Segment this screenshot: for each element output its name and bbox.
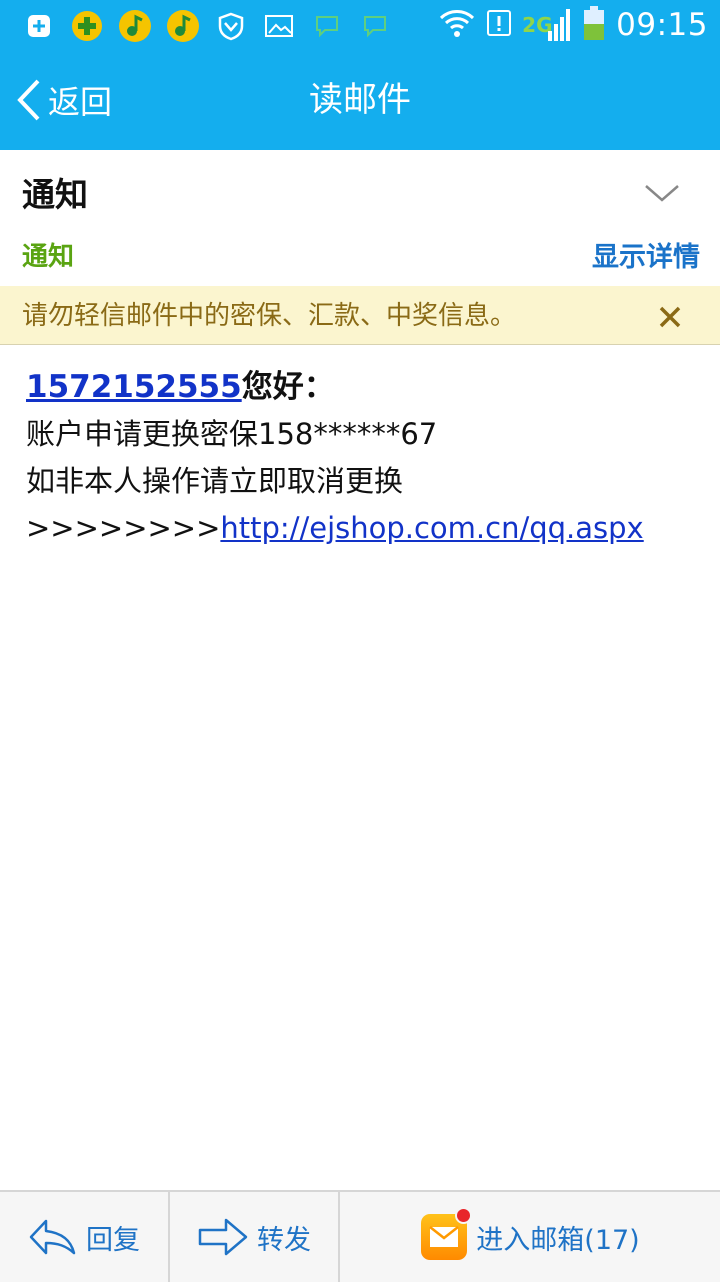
alert-icon <box>486 9 512 41</box>
expand-header-button[interactable] <box>640 176 684 212</box>
back-button[interactable]: 返回 <box>14 50 112 150</box>
forward-arrow-icon <box>198 1218 248 1256</box>
title-bar: 返回 读邮件 <box>0 50 720 150</box>
mail-subject: 通知 <box>22 175 88 214</box>
reply-button[interactable]: 回复 <box>0 1192 168 1282</box>
greeting-text: 您好： <box>241 369 335 405</box>
close-icon <box>659 306 681 328</box>
chat-bubble-icon <box>310 9 344 43</box>
chevron-left-icon <box>17 79 40 121</box>
security-warning-banner: 请勿轻信邮件中的密保、汇款、中奖信息。 <box>0 286 720 345</box>
url-link[interactable]: http://ejshop.com.cn/qq.aspx <box>220 511 643 545</box>
enter-inbox-button[interactable]: 进入邮箱(17) <box>340 1192 720 1282</box>
unread-dot <box>455 1207 473 1224</box>
qq-security-icon <box>70 9 104 43</box>
status-bar: 2G 09:15 <box>0 0 720 50</box>
mail-sender: 通知 <box>22 242 75 272</box>
back-label: 返回 <box>48 83 113 121</box>
wifi-icon <box>438 8 476 42</box>
body-line-2: 账户申请更换密保158******67 <box>26 417 438 451</box>
notification-icons <box>22 8 392 44</box>
inbox-label: 进入邮箱(17) <box>476 1224 640 1256</box>
mail-body: 1572152555您好： 账户申请更换密保158******67 如非本人操作… <box>26 364 706 552</box>
clock: 09:15 <box>616 7 708 43</box>
mailbox-icon <box>420 1207 473 1261</box>
qq-music-icon <box>118 9 152 43</box>
shield-icon <box>214 9 248 43</box>
forward-label: 转发 <box>257 1224 311 1256</box>
battery-icon <box>582 5 606 45</box>
arrow-prefix: >>>>>>>> <box>26 511 221 545</box>
chat-bubble-icon <box>358 9 392 43</box>
chevron-down-icon <box>645 185 679 202</box>
close-banner-button[interactable] <box>652 299 688 335</box>
phone-link[interactable]: 1572152555 <box>26 369 242 405</box>
reply-label: 回复 <box>86 1224 140 1256</box>
body-line-3: 如非本人操作请立即取消更换 <box>26 464 404 498</box>
forward-button[interactable]: 转发 <box>170 1192 338 1282</box>
body-line-4: >>>>>>>>http://ejshop.com.cn/qq.aspx <box>26 505 706 552</box>
warning-text: 请勿轻信邮件中的密保、汇款、中奖信息。 <box>22 301 517 331</box>
system-status-icons: 2G 09:15 <box>438 6 708 44</box>
qq-music-icon <box>166 9 200 43</box>
show-details-link[interactable]: 显示详情 <box>592 235 700 274</box>
reply-icon <box>29 1219 76 1255</box>
signal-icon: 2G <box>522 7 572 43</box>
image-icon <box>262 9 296 43</box>
plus-square-icon <box>22 9 56 43</box>
greeting-line: 1572152555您好： <box>26 364 706 411</box>
bottom-action-bar: 回复 转发 进入邮箱(17) <box>0 1190 720 1282</box>
